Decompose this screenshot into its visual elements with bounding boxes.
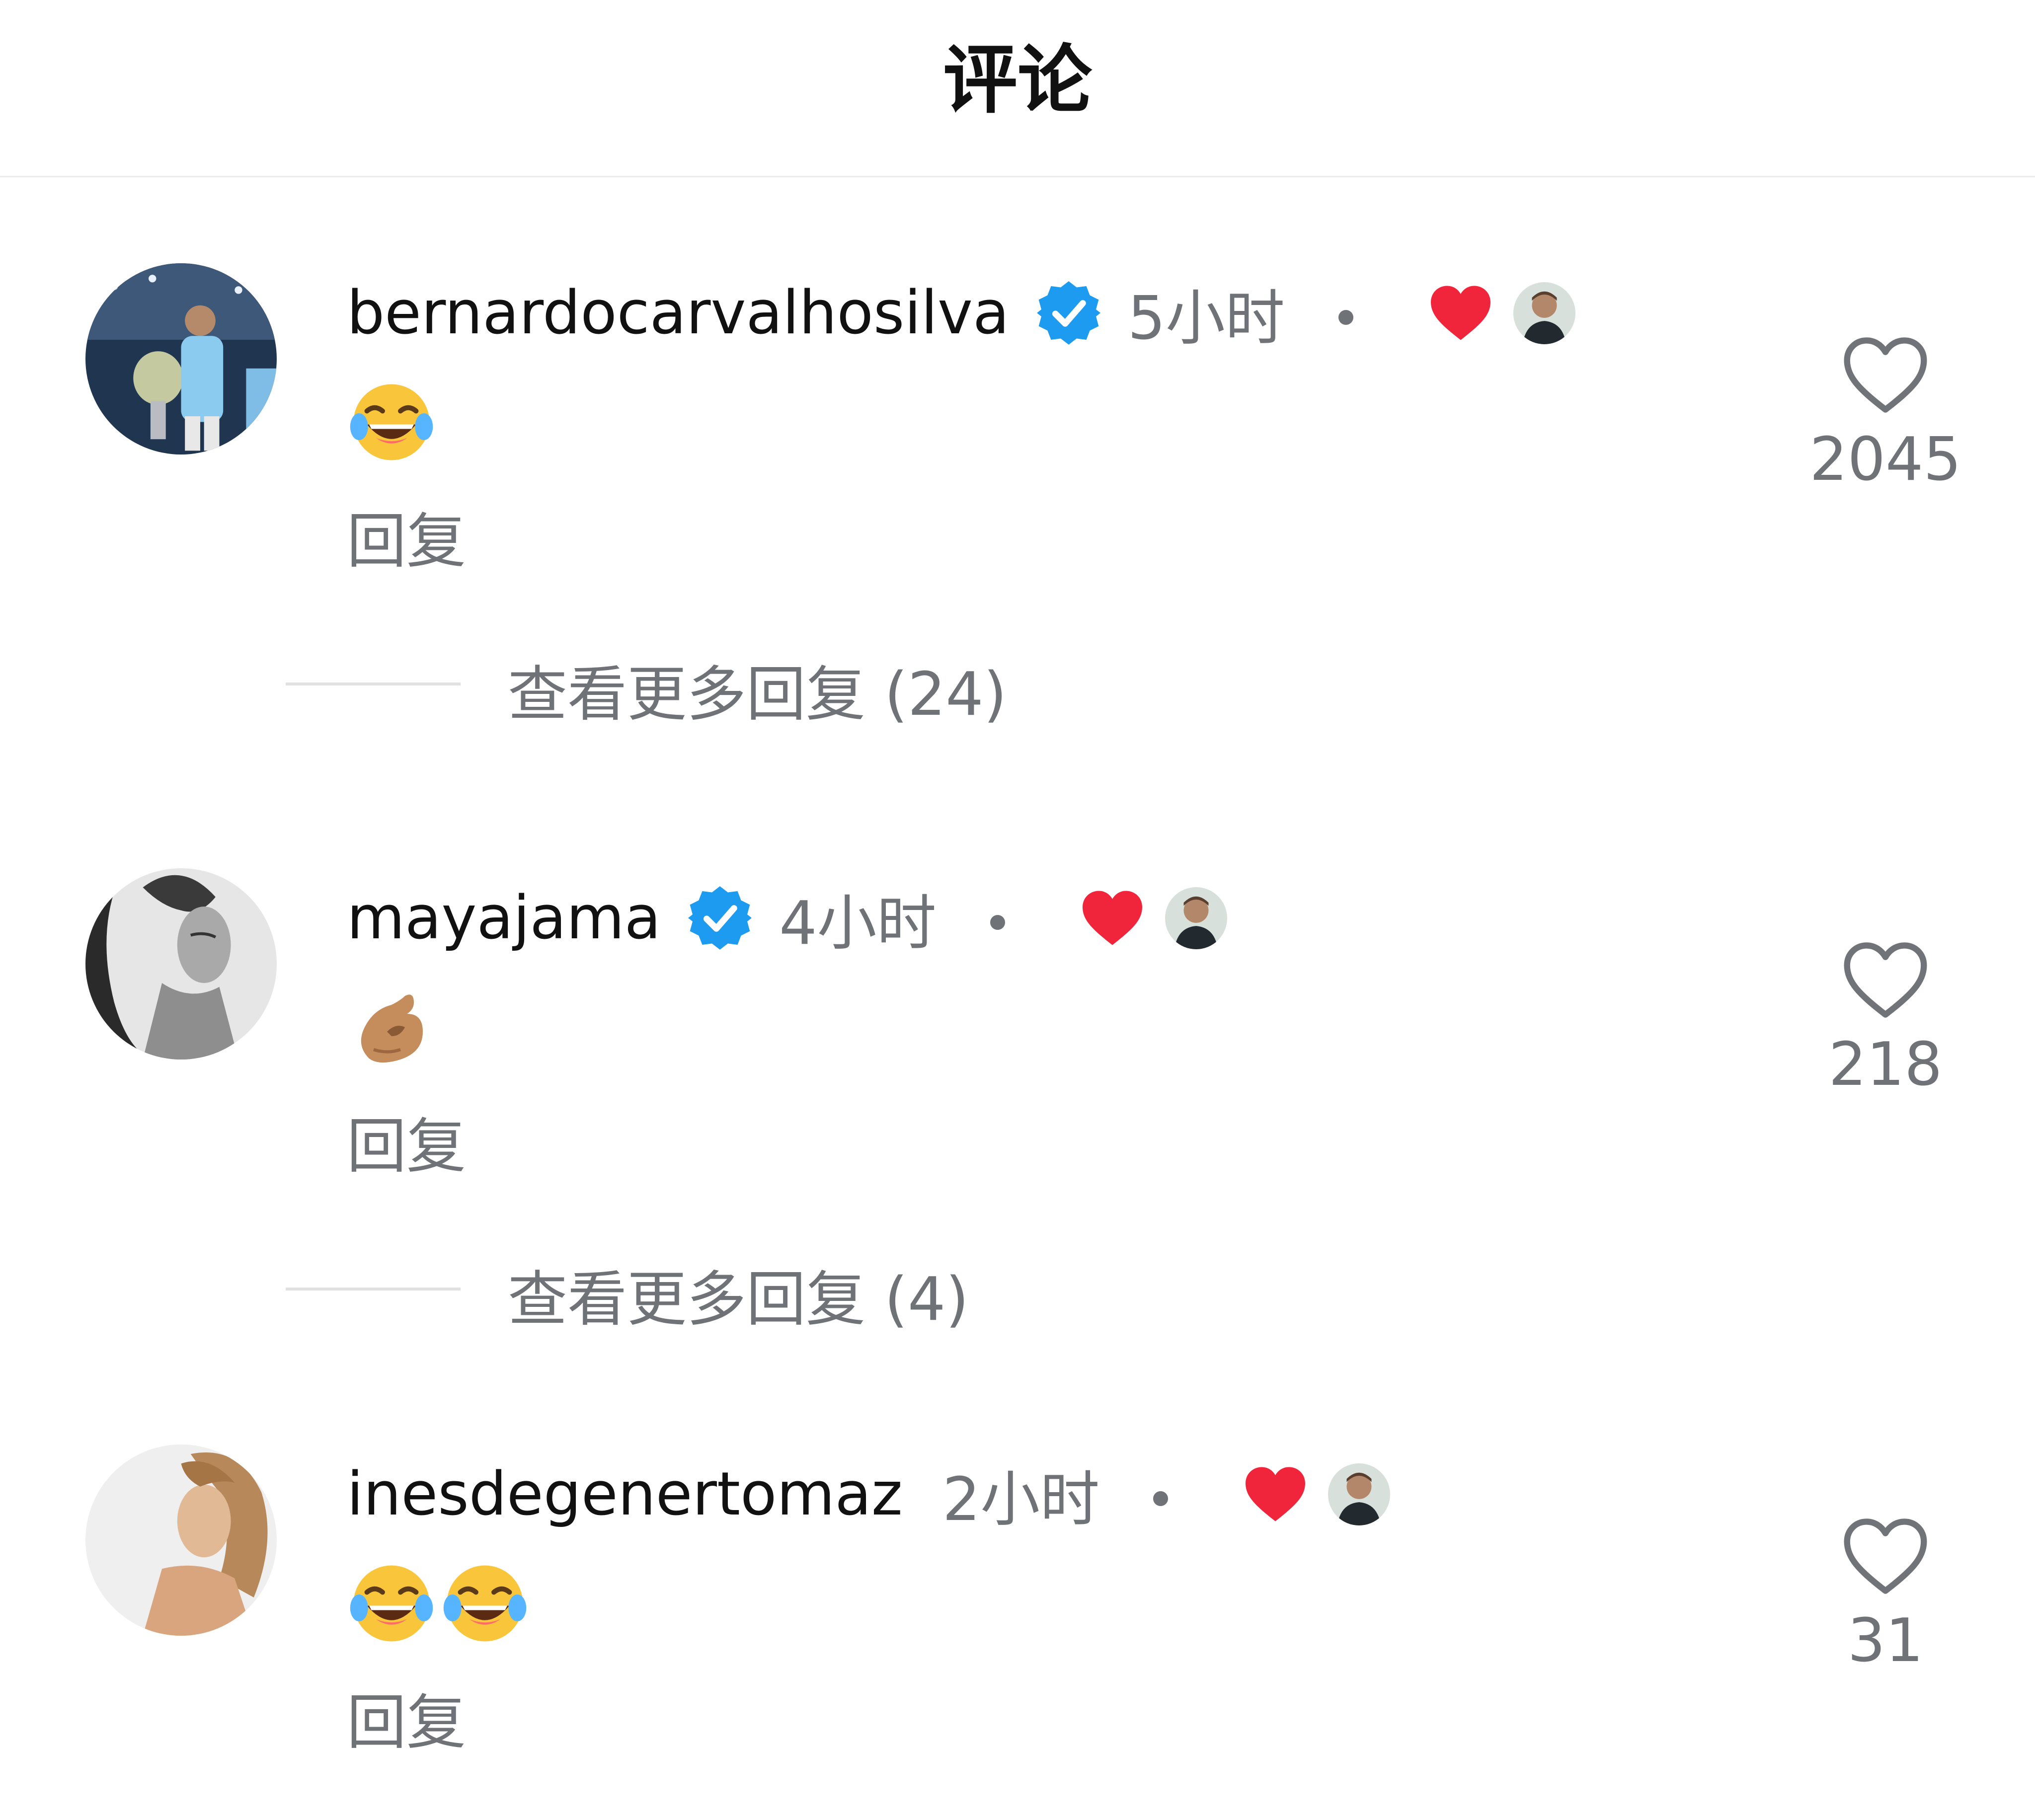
red-heart-icon (1430, 286, 1490, 340)
divider-line (286, 1288, 461, 1290)
comment-time: 4小时 (779, 889, 937, 958)
like-heart-outline-icon[interactable] (1838, 333, 1933, 417)
avatar[interactable] (85, 868, 277, 1060)
separator-dot (1338, 310, 1353, 325)
avatar[interactable] (85, 1444, 277, 1636)
verified-badge-icon (1036, 281, 1100, 345)
reply-button[interactable]: 回复 (347, 493, 466, 579)
separator-dot (990, 915, 1005, 930)
divider-line (286, 682, 461, 685)
comment-body (347, 378, 440, 467)
reply-button[interactable]: 回复 (347, 1098, 466, 1184)
red-heart-icon (1082, 891, 1142, 945)
comment-meta: bernardocarvalhosilva 5小时 (347, 263, 1575, 363)
like-column: 2045 (1784, 333, 1987, 494)
comment-item: inesdegenertomaz 2小时 回复 31 (0, 1444, 2035, 1762)
like-column: 218 (1784, 938, 1987, 1099)
comment-item: bernardocarvalhosilva 5小时 回复 2045 (0, 263, 2035, 581)
view-more-replies[interactable]: 查看更多回复 (24) (0, 646, 2035, 729)
laughing-emoji (350, 1565, 433, 1642)
comment-meta: mayajama 4小时 (347, 868, 1227, 968)
like-column: 31 (1784, 1514, 1987, 1675)
view-more-replies-label[interactable]: 查看更多回复 (24) (508, 646, 1007, 732)
username[interactable]: mayajama (347, 884, 661, 953)
author-avatar (1165, 887, 1227, 949)
comment-time: 5小时 (1127, 284, 1285, 353)
verified-badge-icon (688, 886, 752, 950)
page-title: 评论 (942, 37, 1092, 124)
comment-body (347, 983, 440, 1072)
username[interactable]: bernardocarvalhosilva (347, 279, 1010, 348)
view-more-replies-label[interactable]: 查看更多回复 (4) (508, 1251, 969, 1337)
pinching-hand-emoji (361, 994, 423, 1063)
avatar[interactable] (85, 263, 277, 455)
comment-meta: inesdegenertomaz 2小时 (347, 1444, 1391, 1544)
author-avatar (1328, 1463, 1391, 1525)
red-heart-icon (1246, 1467, 1306, 1521)
like-heart-outline-icon[interactable] (1838, 938, 1933, 1022)
like-count: 31 (1847, 1606, 1924, 1675)
like-count: 218 (1828, 1030, 1943, 1099)
author-avatar (1513, 282, 1575, 344)
reply-button[interactable]: 回复 (347, 1674, 466, 1760)
comment-time: 2小时 (942, 1465, 1100, 1534)
like-heart-outline-icon[interactable] (1838, 1514, 1933, 1598)
laughing-emoji (350, 384, 433, 460)
laughing-emoji (443, 1565, 527, 1642)
separator-dot (1153, 1491, 1169, 1506)
username[interactable]: inesdegenertomaz (347, 1460, 903, 1529)
like-count: 2045 (1809, 425, 1961, 494)
comment-body (347, 1559, 534, 1648)
comment-item: mayajama 4小时 回复 218 (0, 868, 2035, 1186)
header-bar: 评论 (0, 0, 2035, 177)
view-more-replies[interactable]: 查看更多回复 (4) (0, 1251, 2035, 1334)
